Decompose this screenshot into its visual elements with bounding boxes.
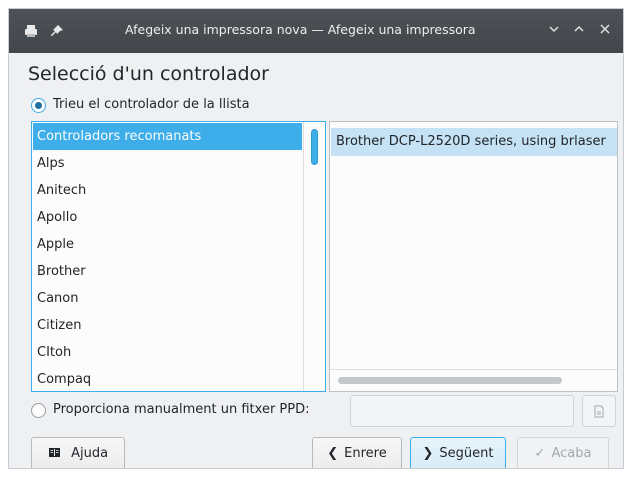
checkmark-icon: ✓ — [534, 446, 546, 461]
driver-item[interactable]: Brother DCP-L2520D series, using brlaser — [331, 128, 617, 156]
window-title: Afegeix una impressora nova — Afegeix un… — [125, 22, 476, 37]
maximize-icon[interactable] — [570, 22, 588, 40]
manufacturer-list-scrollbar[interactable] — [303, 122, 325, 391]
list-item[interactable]: Brother — [33, 258, 302, 285]
next-button-label: Següent — [439, 446, 494, 461]
close-icon[interactable] — [596, 22, 614, 40]
manufacturer-list[interactable]: Controladors recomanats Alps Anitech Apo… — [31, 121, 326, 392]
ppd-file-radio-label[interactable]: Proporciona manualment un fitxer PPD: — [53, 402, 310, 417]
driver-list-radio-label[interactable]: Trieu el controlador de la llista — [53, 97, 250, 112]
back-button[interactable]: ❮ Enrere — [312, 437, 402, 468]
scrollbar-handle[interactable] — [338, 377, 562, 384]
list-item[interactable]: Citizen — [33, 312, 302, 339]
ppd-file-input[interactable] — [350, 395, 574, 427]
pin-icon[interactable] — [49, 23, 65, 39]
driver-list[interactable]: Brother DCP-L2520D series, using brlaser — [329, 121, 618, 392]
list-item[interactable]: Apollo — [33, 204, 302, 231]
list-item[interactable]: CItoh — [33, 339, 302, 366]
page-title: Selecció d'un controlador — [28, 63, 269, 85]
help-button-label: Ajuda — [71, 446, 109, 461]
list-item[interactable]: Canon — [33, 285, 302, 312]
driver-list-scrollbar[interactable] — [330, 369, 617, 391]
list-item[interactable]: Apple — [33, 231, 302, 258]
driver-list-radio[interactable] — [31, 98, 46, 113]
scrollbar-handle[interactable] — [311, 129, 318, 165]
list-item[interactable]: Controladors recomanats — [33, 123, 302, 150]
title-bar[interactable]: Afegeix una impressora nova — Afegeix un… — [9, 9, 623, 53]
help-button[interactable]: Ajuda — [31, 437, 125, 468]
back-button-label: Enrere — [344, 446, 387, 461]
chevron-right-icon: ❯ — [422, 446, 434, 461]
list-item[interactable]: Alps — [33, 150, 302, 177]
ppd-browse-button[interactable] — [582, 395, 616, 427]
finish-button-label: Acaba — [551, 446, 592, 461]
minimize-icon[interactable] — [545, 22, 563, 40]
list-item[interactable]: Anitech — [33, 177, 302, 204]
printer-icon[interactable] — [23, 23, 39, 39]
finish-button[interactable]: ✓ Acaba — [517, 437, 609, 468]
ppd-file-radio[interactable] — [31, 403, 46, 418]
document-open-icon — [593, 404, 605, 418]
list-item[interactable]: Compaq — [33, 366, 302, 391]
chevron-left-icon: ❮ — [327, 446, 339, 461]
help-icon — [48, 446, 65, 461]
next-button[interactable]: ❯ Següent — [410, 437, 506, 468]
add-printer-dialog: Afegeix una impressora nova — Afegeix un… — [8, 8, 624, 469]
